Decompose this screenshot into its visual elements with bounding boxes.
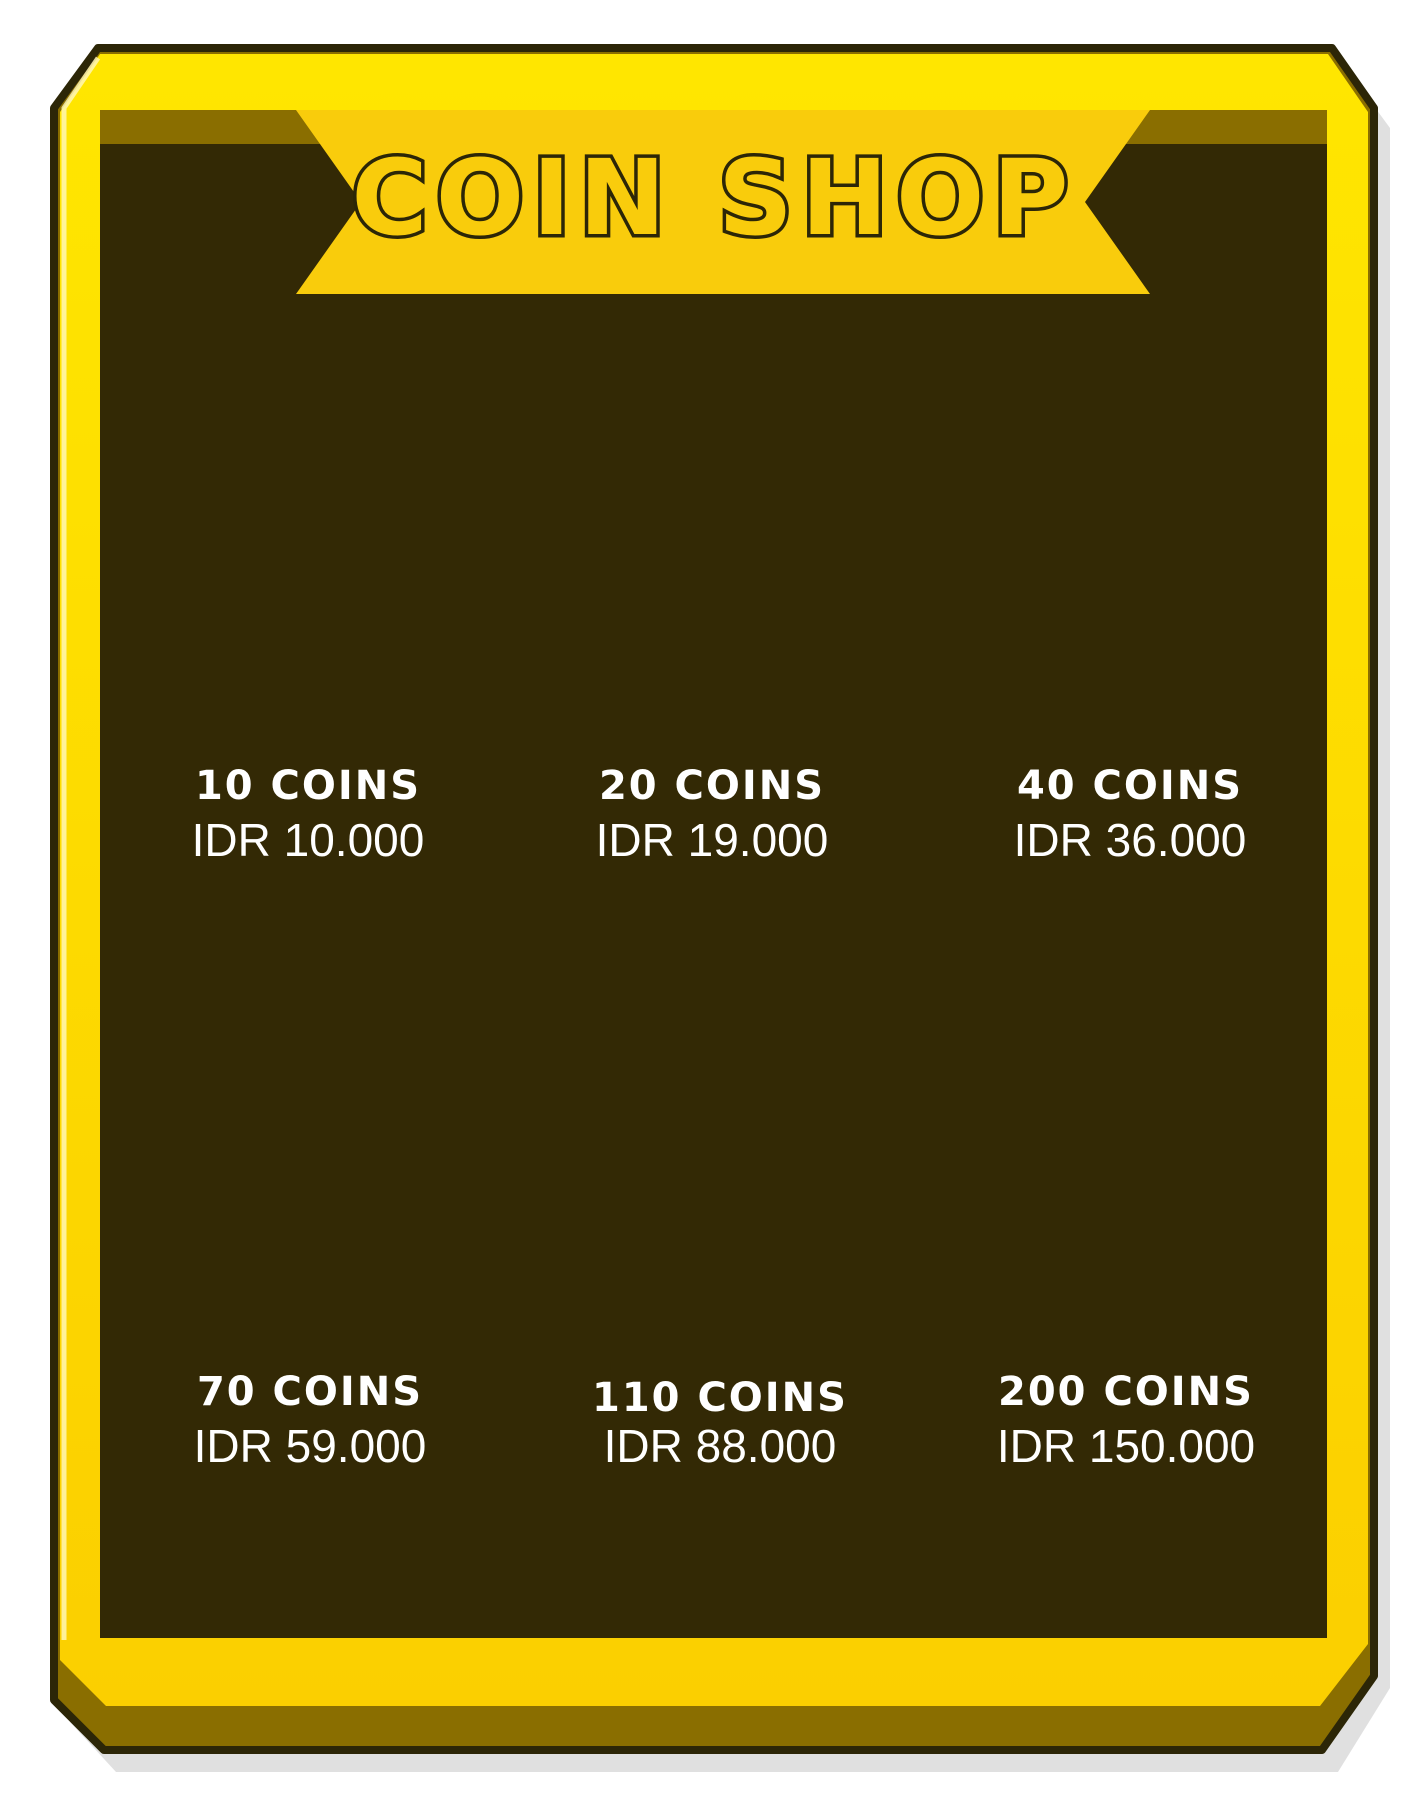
offer-coins-label: 200 COINS [998, 1369, 1254, 1415]
offer-item-10-coins[interactable]: 10 COINS IDR 10.000 [138, 760, 478, 868]
shop-frame [50, 44, 1390, 1772]
offer-item-70-coins[interactable]: 70 COINS IDR 59.000 [140, 1366, 480, 1474]
offer-coins-label: 40 COINS [1016, 763, 1244, 809]
offer-item-110-coins[interactable]: 110 COINS IDR 88.000 [550, 1372, 890, 1474]
offer-item-40-coins[interactable]: 40 COINS IDR 36.000 [960, 760, 1300, 868]
shop-title: COIN SHOP [348, 134, 1077, 263]
offer-price-label: IDR 10.000 [191, 814, 425, 866]
offer-coins-label: 110 COINS [592, 1375, 848, 1421]
offer-item-200-coins[interactable]: 200 COINS IDR 150.000 [956, 1366, 1296, 1474]
offer-price-label: IDR 150.000 [996, 1420, 1256, 1472]
offer-coins-label: 70 COINS [196, 1369, 424, 1415]
offer-item-20-coins[interactable]: 20 COINS IDR 19.000 [542, 760, 882, 868]
offer-price-label: IDR 19.000 [595, 814, 829, 866]
offer-price-label: IDR 59.000 [193, 1420, 427, 1472]
offer-coins-label: 10 COINS [194, 763, 422, 809]
offer-price-label: IDR 88.000 [603, 1420, 837, 1472]
offer-price-label: IDR 36.000 [1013, 814, 1247, 866]
offer-coins-label: 20 COINS [598, 763, 826, 809]
